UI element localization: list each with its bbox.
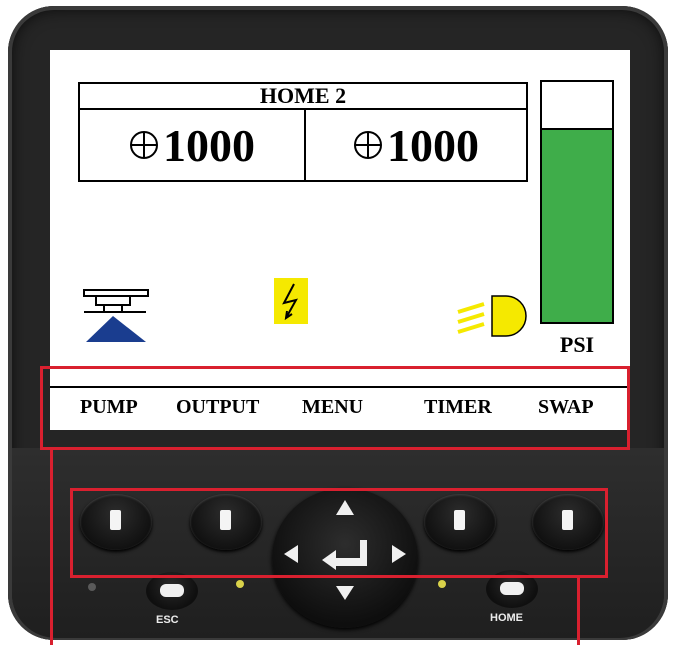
crosshair-icon xyxy=(130,131,158,159)
display-title: HOME 2 xyxy=(80,84,526,110)
rate-display: HOME 2 1000 1000 xyxy=(78,82,528,182)
softkey-labels-highlight xyxy=(40,366,630,450)
down-arrow-icon xyxy=(336,586,354,600)
status-led xyxy=(438,580,446,588)
rate-right: 1000 xyxy=(304,110,528,180)
highlight-connector xyxy=(50,450,53,645)
status-led xyxy=(88,583,96,591)
home-label: HOME xyxy=(490,612,523,624)
esc-label: ESC xyxy=(156,614,179,626)
softkey-buttons-highlight xyxy=(70,488,608,578)
headlight-icon xyxy=(457,295,527,337)
power-bolt-icon xyxy=(274,278,308,324)
highlight-connector xyxy=(577,578,580,645)
pressure-gauge xyxy=(540,80,614,324)
pressure-gauge-fill xyxy=(542,128,612,322)
spray-nozzle-icon xyxy=(83,289,149,342)
rate-right-value: 1000 xyxy=(387,119,479,171)
status-led xyxy=(236,580,244,588)
rate-left: 1000 xyxy=(80,110,306,180)
pressure-label: PSI xyxy=(559,332,595,357)
rate-left-value: 1000 xyxy=(163,119,255,171)
crosshair-icon xyxy=(354,131,382,159)
